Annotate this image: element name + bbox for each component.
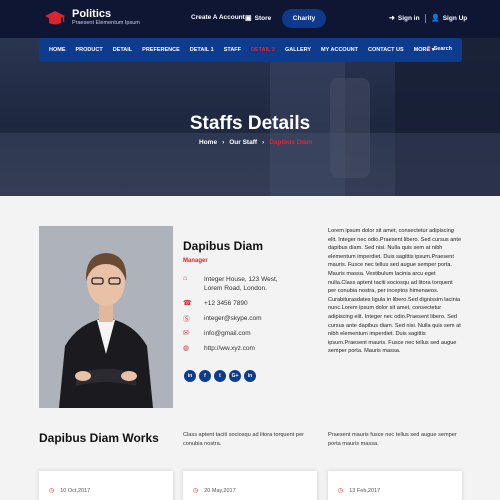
breadcrumb-current: Dapibus Diam [269, 139, 313, 146]
store-label: Store [254, 14, 272, 22]
search-label: Search [433, 46, 452, 52]
email-row: ✉ info@gmail.com [183, 329, 284, 338]
card-date: ◷ 10 Oct,2017 [49, 487, 91, 495]
breadcrumb-our-staff[interactable]: Our Staff [229, 139, 257, 146]
phone-row: ☎ +12 3456 7890 [183, 299, 284, 308]
sign-up-link[interactable]: 👤 Sign Up [431, 14, 468, 23]
sign-in-link[interactable]: ➜ Sign in [389, 14, 420, 23]
nav-staff[interactable]: STAFF [224, 47, 241, 53]
nav-my-account[interactable]: MY ACCOUNT [321, 47, 358, 53]
card-date-text: 10 Oct,2017 [60, 487, 91, 494]
social-links: in f t G+ in [184, 370, 256, 382]
staff-bio: Lorem ipsum dolor sit amet, consectetur … [328, 228, 462, 355]
nav-detail[interactable]: DETAIL [113, 47, 132, 53]
charity-button[interactable]: Charity [282, 9, 326, 28]
clock-icon: ◷ [193, 488, 199, 494]
nav-preference[interactable]: PREFERENCE [142, 47, 180, 53]
page-title: Staffs Details [189, 113, 311, 134]
nav-detail-1[interactable]: DETAIL 1 [190, 47, 214, 53]
twitter-icon[interactable]: t [214, 370, 226, 382]
google-plus-icon[interactable]: G+ [229, 370, 241, 382]
skype-text[interactable]: integer@skype.com [204, 314, 284, 323]
phone-icon: ☎ [183, 300, 192, 307]
nav-gallery[interactable]: GALLERY [285, 47, 311, 53]
card-date-text: 20 May,2017 [204, 487, 236, 494]
works-title: Dapibus Diam Works [39, 431, 159, 445]
nav-contact-us[interactable]: CONTACT US [368, 47, 404, 53]
nav-detail-2[interactable]: DETAIL 2 [251, 47, 275, 53]
nav-home[interactable]: HOME [49, 47, 66, 53]
brand-subtitle: Praesent Elementum Ipsum [72, 20, 140, 26]
facebook-icon[interactable]: f [199, 370, 211, 382]
main-nav: HOME PRODUCT DETAIL PREFERENCE DETAIL 1 … [39, 38, 462, 62]
envelope-icon: ✉ [183, 330, 189, 337]
top-bar: Politics Praesent Elementum Ipsum Create… [0, 0, 500, 38]
skype-icon: Ⓢ [183, 316, 190, 323]
globe-icon: ◍ [183, 345, 190, 352]
website-row: ◍ http://ww.xyz.com [183, 344, 284, 353]
nav-product[interactable]: PRODUCT [76, 47, 103, 53]
clock-icon: ◷ [338, 488, 344, 494]
graduation-cap-icon [45, 10, 65, 24]
chevron-right-icon: › [262, 139, 265, 146]
card-date-text: 13 Feb,2017 [349, 487, 381, 494]
email-text[interactable]: info@gmail.com [204, 329, 284, 338]
linkedin-icon[interactable]: in [184, 370, 196, 382]
work-card[interactable]: ◷ 20 May,2017 [183, 471, 317, 500]
breadcrumb: Home › Our Staff › Dapibus Diam [199, 139, 313, 146]
staff-role: Manager [183, 258, 208, 264]
card-date: ◷ 20 May,2017 [193, 487, 236, 495]
website-text[interactable]: http://ww.xyz.com [204, 344, 284, 353]
address-row: ⌂ Integer House, 123 West, Lorem Road, L… [183, 275, 284, 293]
brand-title: Politics [72, 8, 112, 20]
sign-in-icon: ➜ [389, 15, 395, 22]
address-text: Integer House, 123 West, Lorem Road, Lon… [204, 276, 278, 292]
home-icon: ⌂ [183, 275, 188, 282]
sign-up-label: Sign Up [442, 14, 468, 22]
search-icon: ⚲ [426, 46, 431, 52]
linkedin-icon[interactable]: in [244, 370, 256, 382]
brand-logo[interactable]: Politics Praesent Elementum Ipsum [44, 8, 140, 27]
sign-in-label: Sign in [397, 14, 420, 22]
bag-icon: ▣ [245, 15, 252, 22]
create-account-link[interactable]: Create A Account [191, 14, 245, 21]
store-link[interactable]: ▣ Store [245, 14, 272, 23]
staff-portrait-image [39, 226, 173, 408]
nav-search[interactable]: ⚲ Search [427, 46, 452, 52]
works-intro-1: Class aptent taciti sociosqu ad litora t… [183, 432, 304, 447]
phone-text[interactable]: +12 3456 7890 [204, 299, 284, 308]
staff-photo [39, 226, 173, 408]
clock-icon: ◷ [49, 488, 55, 494]
create-account-label: Create A Account [191, 14, 245, 21]
chevron-right-icon: › [222, 139, 225, 146]
staff-name: Dapibus Diam [183, 239, 264, 253]
work-card[interactable]: ◷ 13 Feb,2017 [328, 471, 462, 500]
divider [425, 14, 426, 23]
works-intro-2: Praesent mauris fusce nec tellus sed aug… [328, 432, 457, 447]
work-card[interactable]: ◷ 10 Oct,2017 [39, 471, 173, 500]
user-icon: 👤 [431, 15, 440, 22]
skype-row: Ⓢ integer@skype.com [183, 314, 284, 324]
breadcrumb-home[interactable]: Home [199, 139, 217, 146]
card-date: ◷ 13 Feb,2017 [338, 487, 381, 495]
